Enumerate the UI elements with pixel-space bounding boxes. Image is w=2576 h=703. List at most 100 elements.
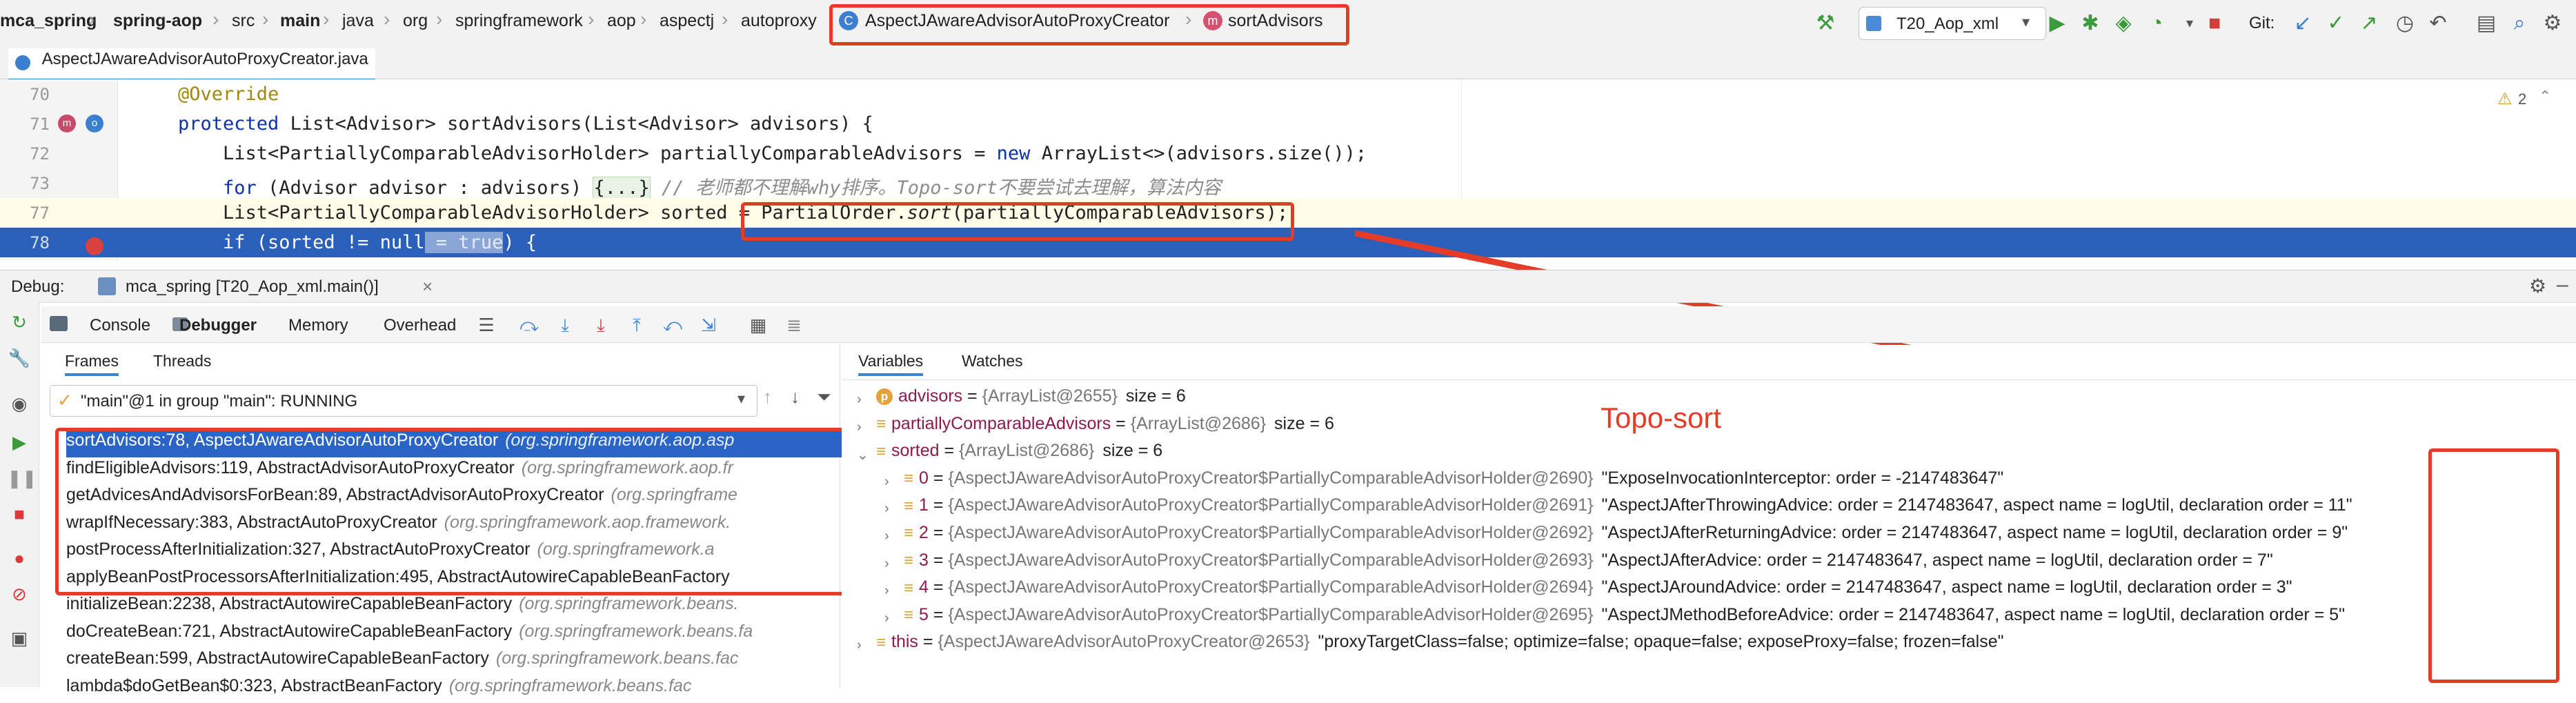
project-structure-icon[interactable]: ▤ — [2473, 10, 2500, 37]
breakpoint-icon[interactable] — [86, 237, 103, 255]
tab-threads[interactable]: Threads — [153, 352, 211, 370]
tab-frames[interactable]: Frames — [65, 352, 119, 376]
minimize-icon[interactable]: – — [2557, 273, 2568, 297]
line-number: 77 — [30, 204, 50, 223]
tab-memory[interactable]: Memory — [288, 316, 348, 335]
frame-row[interactable]: doCreateBean:721, AbstractAutowireCapabl… — [66, 622, 880, 648]
breadcrumb-project[interactable]: mca_spring — [0, 11, 97, 31]
breadcrumb-main[interactable]: main — [280, 11, 320, 31]
variable-row[interactable]: ≡ 0 = {AspectJAwareAdvisorAutoProxyCreato… — [904, 468, 2003, 495]
close-icon[interactable]: × — [422, 276, 433, 297]
breadcrumb-src[interactable]: src — [232, 11, 255, 31]
tab-console[interactable]: Console — [90, 316, 150, 335]
frame-row[interactable]: initializeBean:2238, AbstractAutowireCap… — [66, 594, 880, 621]
mute-breakpoints-icon[interactable]: ⊘ — [7, 582, 32, 606]
chevron-right-icon[interactable]: › — [857, 392, 862, 408]
stop-icon[interactable]: ■ — [7, 502, 32, 526]
git-push-icon[interactable]: ↗ — [2355, 10, 2383, 37]
breadcrumb-aspectj[interactable]: aspectj — [660, 11, 714, 31]
run-to-cursor-icon[interactable]: ⇲ — [697, 313, 720, 337]
breadcrumb-module[interactable]: spring-aop — [113, 11, 202, 31]
code-line[interactable]: 72 List<PartiallyComparableAdvisorHolder… — [0, 139, 2576, 168]
frame-up-icon[interactable]: ↑ — [763, 386, 772, 408]
chevron-right-icon[interactable]: › — [857, 419, 862, 435]
debug-icon[interactable]: ✱ — [2077, 10, 2104, 37]
variable-value: {AspectJAwareAdvisorAutoProxyCreator$Par… — [948, 550, 1594, 570]
console-icon — [50, 316, 68, 331]
chevron-down-icon[interactable]: ⌄ — [857, 446, 869, 464]
search-icon[interactable]: ⌕ — [2506, 10, 2533, 37]
history-icon[interactable]: ◷ — [2391, 10, 2419, 37]
chevron-right-icon[interactable]: › — [884, 583, 889, 599]
frame-down-icon[interactable]: ↓ — [791, 386, 800, 408]
menu-icon[interactable]: ☰ — [475, 313, 498, 337]
rollback-icon[interactable]: ↶ — [2424, 10, 2452, 37]
variable-row[interactable]: ≡ 4 = {AspectJAwareAdvisorAutoProxyCreato… — [904, 577, 2292, 604]
variable-row[interactable]: ≡ 2 = {AspectJAwareAdvisorAutoProxyCreato… — [904, 523, 2348, 550]
chevron-right-icon[interactable]: › — [884, 501, 889, 517]
implementation-marker-icon[interactable]: o — [86, 115, 103, 132]
chevron-right-icon[interactable]: › — [884, 556, 889, 572]
breadcrumb-java[interactable]: java — [342, 11, 374, 31]
code-text: for (Advisor advisor : advisors) {...} /… — [178, 172, 1221, 199]
code-line[interactable]: 71 protected List<Advisor> sortAdvisors(L… — [0, 109, 2576, 139]
gear-icon[interactable]: ⚙ — [2529, 275, 2546, 297]
variable-row[interactable]: ≡ this = {AspectJAwareAdvisorAutoProxyCre… — [876, 632, 2004, 659]
git-commit-icon[interactable]: ✓ — [2322, 10, 2350, 37]
equals-sign: = — [962, 386, 982, 406]
variable-row[interactable]: ≡ 1 = {AspectJAwareAdvisorAutoProxyCreato… — [904, 495, 2352, 522]
run-icon[interactable]: ▶ — [2043, 10, 2071, 37]
tab-watches[interactable]: Watches — [962, 352, 1023, 370]
evaluate-expression-icon[interactable]: ▦ — [746, 313, 770, 337]
thread-select[interactable]: ✓ "main"@1 in group "main": RUNNING ▾ — [50, 385, 757, 417]
variable-row[interactable]: ≡ sorted = {ArrayList@2686} size = 6 — [876, 441, 1162, 468]
resume-icon[interactable]: ▶ — [7, 430, 32, 455]
chevron-right-icon[interactable]: › — [884, 611, 889, 626]
chevron-down-icon[interactable]: ▾ — [2176, 10, 2203, 37]
wrench-icon[interactable]: 🔧 — [7, 346, 32, 370]
tab-variables[interactable]: Variables — [858, 352, 924, 376]
step-into-icon[interactable]: ⤓ — [553, 313, 577, 337]
settings-icon[interactable]: ⚙ — [2539, 10, 2566, 37]
trace-icon[interactable]: ≣ — [782, 313, 806, 337]
code-editor[interactable]: ⚠ 2 ⌃ 70 @Override 71 protected List<Adviso… — [0, 79, 2576, 260]
variable-row[interactable]: ≡ 5 = {AspectJAwareAdvisorAutoProxyCreato… — [904, 605, 2345, 632]
breadcrumb-org[interactable]: org — [403, 11, 428, 31]
frame-row[interactable]: createBean:599, AbstractAutowireCapableB… — [66, 648, 880, 675]
view-breakpoints-icon[interactable]: ● — [7, 546, 32, 571]
frame-row[interactable]: lambda$doGetBean$0:323, AbstractBeanFact… — [66, 676, 880, 703]
chevron-right-icon[interactable]: › — [884, 474, 889, 490]
step-over-icon[interactable]: ⤼ — [517, 313, 541, 337]
coverage-icon[interactable]: ◈ — [2110, 10, 2137, 37]
code-line[interactable]: 73 for (Advisor advisor : advisors) {...… — [0, 168, 2576, 199]
variable-row[interactable]: p advisors = {ArrayList@2655} size = 6 — [876, 386, 1186, 413]
camera-icon[interactable]: ▣ — [7, 626, 32, 651]
breadcrumb-springframework[interactable]: springframework — [455, 11, 583, 31]
run-config-select[interactable]: T20_Aop_xml ▾ — [1859, 7, 2046, 40]
stop-icon[interactable]: ■ — [2201, 10, 2228, 37]
force-step-into-icon[interactable]: ⤓ — [589, 313, 613, 337]
step-out-icon[interactable]: ⤒ — [625, 313, 648, 337]
variable-row[interactable]: ≡ partiallyComparableAdvisors = {ArrayLis… — [876, 414, 1334, 441]
code-line[interactable]: 70 @Override — [0, 79, 2576, 109]
override-marker-icon[interactable]: m — [58, 115, 76, 132]
tab-debugger[interactable]: Debugger — [179, 316, 257, 335]
breadcrumb-aop[interactable]: aop — [607, 11, 636, 31]
chevron-right-icon[interactable]: › — [857, 637, 862, 653]
pause-icon[interactable]: ❚❚ — [7, 466, 37, 491]
tab-overhead[interactable]: Overhead — [384, 316, 456, 335]
breadcrumb-autoproxy[interactable]: autoproxy — [741, 11, 817, 31]
chevron-right-icon[interactable]: › — [884, 528, 889, 544]
rerun-icon[interactable]: ↻ — [7, 310, 32, 335]
profile-icon[interactable]: ◔ — [2143, 10, 2170, 37]
git-update-icon[interactable]: ↙ — [2289, 10, 2317, 37]
filter-icon[interactable]: ⏷ — [817, 386, 831, 408]
variable-row[interactable]: ≡ 3 = {AspectJAwareAdvisorAutoProxyCreato… — [904, 551, 2273, 577]
editor-tab[interactable]: AspectJAwareAdvisorAutoProxyCreator.java — [8, 48, 375, 81]
thread-label: "main"@1 in group "main": RUNNING — [81, 392, 358, 410]
drop-frame-icon[interactable]: ⤺ — [661, 313, 684, 337]
build-hammer-icon[interactable]: ⚒ — [1812, 10, 1839, 37]
eye-icon[interactable]: ◉ — [7, 391, 32, 416]
debug-left-toolbar: ↻ 🔧 ◉ ▶ ❚❚ ■ ● ⊘ ▣ — [0, 301, 39, 687]
debug-session-label[interactable]: mca_spring [T20_Aop_xml.main()] — [126, 277, 379, 297]
